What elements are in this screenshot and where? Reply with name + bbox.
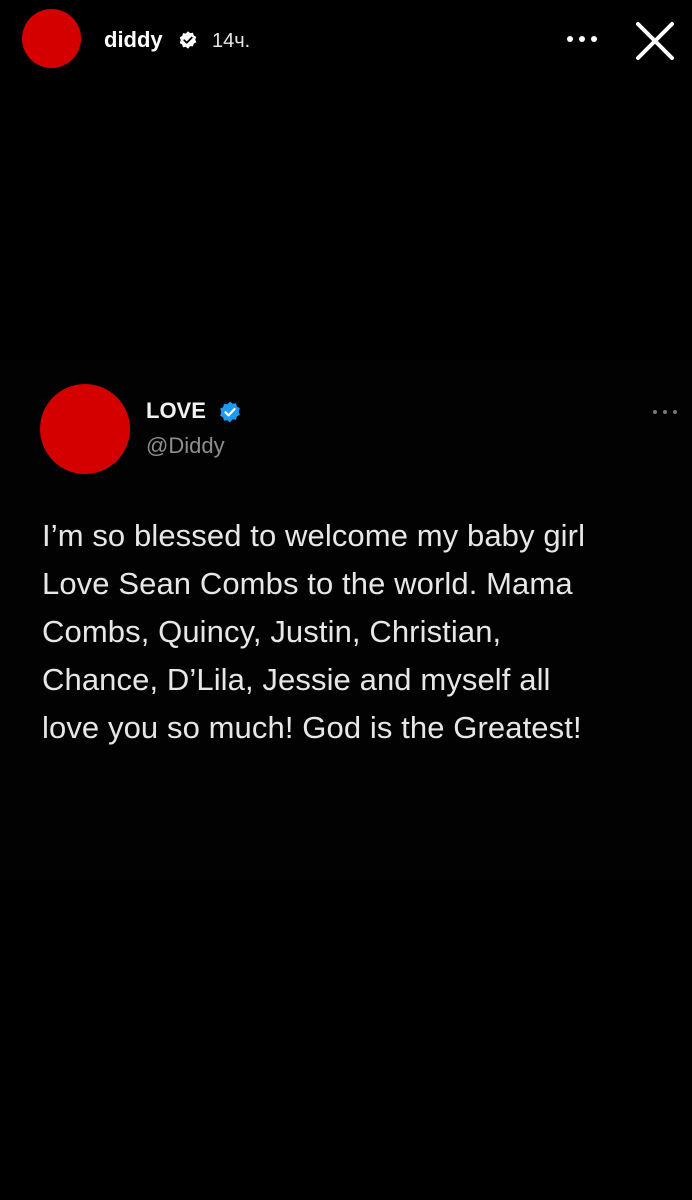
tweet-text-line: Combs, Quincy, Justin, Christian,	[42, 614, 502, 649]
story-username[interactable]: diddy	[104, 27, 163, 53]
embedded-tweet-card[interactable]: LOVE @Diddy I’m so blessed to welcome my…	[0, 360, 692, 880]
more-horizontal-icon[interactable]	[562, 24, 602, 54]
verified-badge-icon	[179, 31, 197, 49]
tweet-handle[interactable]: @Diddy	[146, 433, 225, 459]
tweet-text: I’m so blessed to welcome my baby girl L…	[42, 512, 682, 752]
tweet-avatar[interactable]	[40, 384, 130, 474]
story-header: diddy 14ч.	[0, 0, 692, 80]
story-timestamp: 14ч.	[212, 30, 251, 52]
close-icon[interactable]	[632, 18, 678, 64]
tweet-text-line: Chance, D’Lila, Jessie and myself all	[42, 662, 551, 697]
more-horizontal-icon[interactable]	[650, 402, 680, 422]
tweet-text-line: I’m so blessed to welcome my baby girl	[42, 518, 586, 553]
story-avatar[interactable]	[22, 9, 81, 68]
tweet-text-line: Love Sean Combs to the world. Mama	[42, 566, 573, 601]
tweet-text-line: love you so much! God is the Greatest!	[42, 710, 582, 745]
tweet-display-name[interactable]: LOVE	[146, 398, 206, 424]
verified-badge-icon	[220, 401, 240, 423]
